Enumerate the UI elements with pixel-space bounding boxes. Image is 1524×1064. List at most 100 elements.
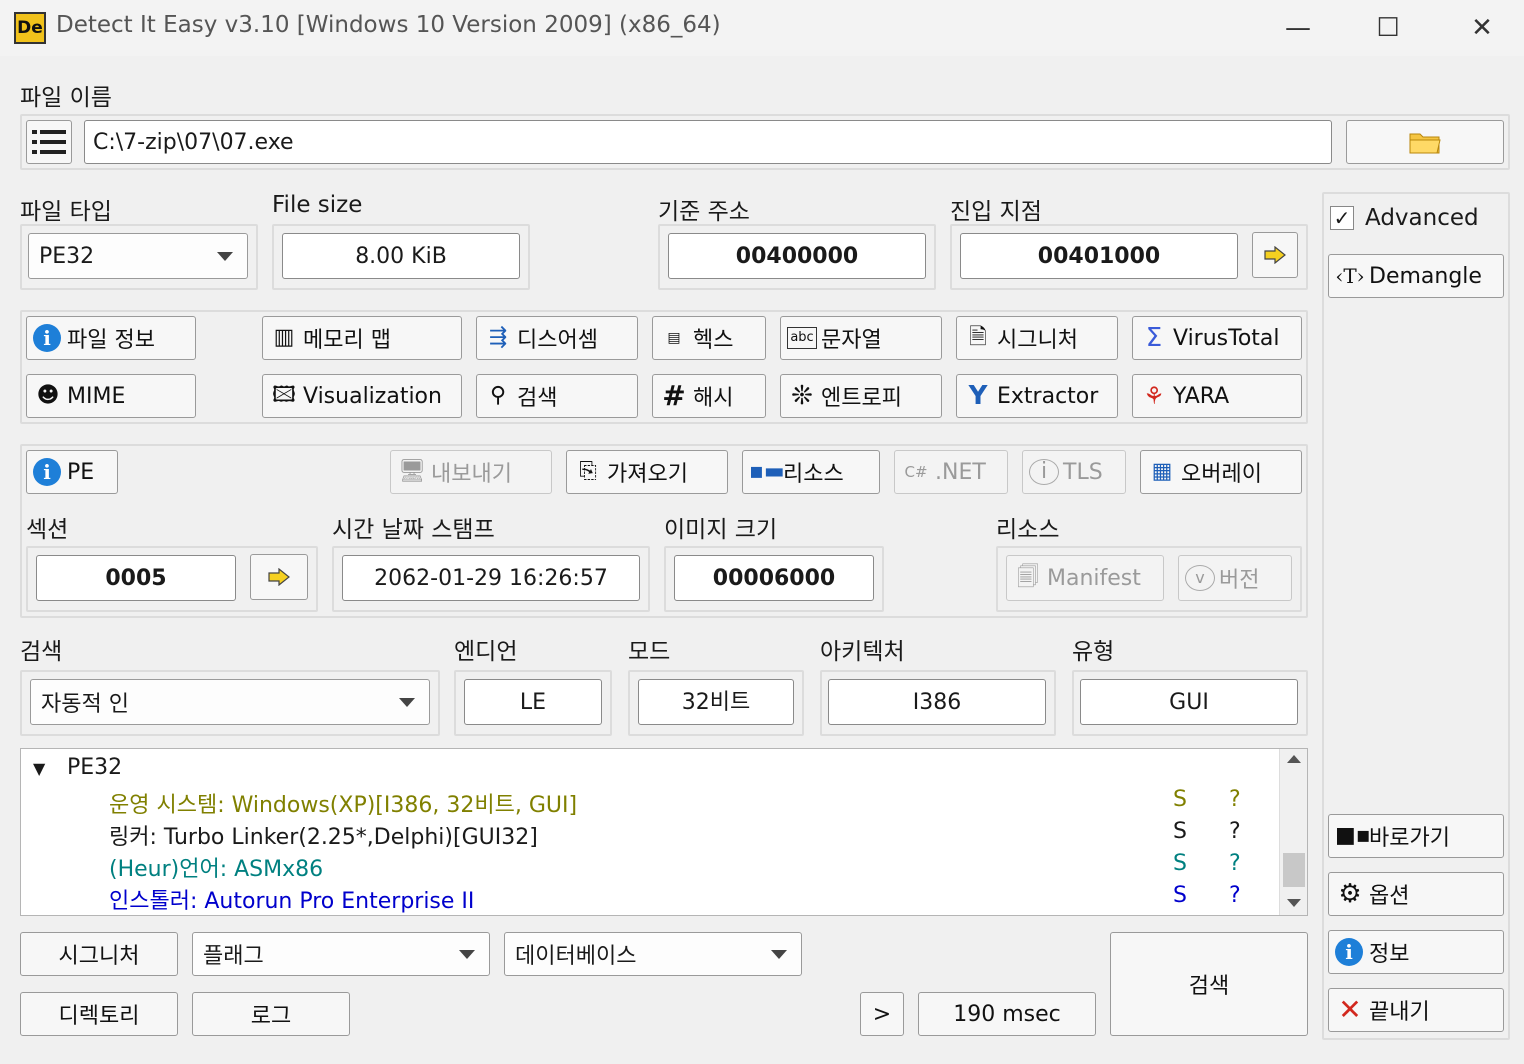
net-button[interactable]: C# .NET	[894, 450, 1008, 494]
more-button[interactable]: >	[860, 992, 904, 1036]
advanced-label: Advanced	[1365, 205, 1479, 231]
advanced-checkbox[interactable]: ✓	[1330, 206, 1354, 230]
base-address-field: 00400000	[668, 233, 926, 279]
tree-row-os-s[interactable]: S	[1173, 787, 1187, 812]
hash-icon: #	[662, 379, 686, 412]
tree-row-installer-s[interactable]: S	[1173, 883, 1187, 908]
tree-row-installer-q[interactable]: ?	[1229, 883, 1241, 908]
exit-x-icon: ✕	[1338, 993, 1362, 1026]
yara-button[interactable]: ⚘ YARA	[1132, 374, 1302, 418]
tree-row-language[interactable]: (Heur)언어: ASMx86	[109, 851, 323, 883]
timestamp-field: 2062-01-29 16:26:57	[342, 555, 640, 601]
file-size-label: File size	[272, 192, 363, 218]
sections-goto-button[interactable]	[250, 554, 308, 600]
log-button[interactable]: 로그	[192, 992, 350, 1036]
vertical-scrollbar[interactable]	[1279, 749, 1307, 915]
entropy-icon: ❊	[791, 381, 813, 411]
tls-button[interactable]: i TLS	[1022, 450, 1126, 494]
overlay-button[interactable]: ▦ 오버레이	[1140, 450, 1302, 494]
arrow-right-icon	[1264, 246, 1286, 264]
sections-label: 섹션	[26, 517, 69, 543]
manifest-icon: 🗐	[1017, 565, 1039, 590]
list-icon	[32, 130, 66, 154]
tree-row-linker-q[interactable]: ?	[1229, 819, 1241, 844]
csharp-icon: C#	[904, 463, 928, 481]
options-button[interactable]: ⚙ 옵션	[1328, 872, 1504, 916]
expand-arrow-icon[interactable]: ▼	[33, 759, 45, 778]
tree-row-installer[interactable]: 인스톨러: Autorun Pro Enterprise II	[109, 883, 474, 915]
spy-hat-icon: ☻	[36, 383, 60, 408]
search-mode-label: 검색	[20, 639, 63, 665]
open-file-button[interactable]	[1346, 120, 1504, 164]
resources-icon: ▪▬	[749, 459, 785, 484]
import-button[interactable]: ⎘ 가져오기	[566, 450, 728, 494]
directory-button[interactable]: 디렉토리	[20, 992, 178, 1036]
scroll-up-icon[interactable]	[1287, 755, 1301, 763]
scan-button[interactable]: 검색	[1110, 932, 1308, 1036]
goto-entry-button[interactable]	[1252, 232, 1298, 278]
signatures-bottom-button[interactable]: 시그니처	[20, 932, 178, 976]
search-tool-button[interactable]: ⚲ 검색	[476, 374, 638, 418]
hex-button[interactable]: ▤ 헥스	[652, 316, 766, 360]
image-icon: 🖾	[272, 383, 296, 408]
maximize-button[interactable]: ☐	[1358, 8, 1418, 48]
scroll-down-icon[interactable]	[1287, 899, 1301, 907]
disasm-button[interactable]: ⇶ 디스어셈	[476, 316, 638, 360]
export-button[interactable]: 🖥 내보내기	[390, 450, 552, 494]
mode-label: 모드	[628, 639, 671, 665]
tree-row-language-q[interactable]: ?	[1229, 851, 1241, 876]
database-select[interactable]: 데이터베이스	[504, 932, 802, 976]
tree-row-os[interactable]: 운영 시스템: Windows(XP)[I386, 32비트, GUI]	[109, 787, 577, 819]
file-size-field: 8.00 KiB	[282, 233, 520, 279]
extractor-button[interactable]: Y Extractor	[956, 374, 1118, 418]
exit-button[interactable]: ✕ 끝내기	[1328, 988, 1504, 1032]
tree-row-linker[interactable]: 링커: Turbo Linker(2.25*,Delphi)[GUI32]	[109, 819, 538, 851]
flags-select[interactable]: 플래그	[192, 932, 490, 976]
manifest-button[interactable]: 🗐 Manifest	[1006, 555, 1164, 601]
file-name-label: 파일 이름	[20, 85, 112, 111]
pe-button[interactable]: i PE	[26, 450, 118, 494]
scrollbar-thumb[interactable]	[1283, 853, 1305, 887]
export-icon: 🖥	[398, 459, 426, 484]
strings-abc-icon: abc	[787, 327, 817, 349]
file-info-button[interactable]: i 파일 정보	[26, 316, 196, 360]
entry-point-label: 진입 지점	[950, 199, 1042, 225]
file-path-field[interactable]: C:\7-zip\07\07.exe	[84, 120, 1332, 164]
file-list-button[interactable]	[26, 120, 72, 164]
endian-label: 엔디언	[454, 639, 518, 665]
tree-row-os-q[interactable]: ?	[1229, 787, 1241, 812]
extractor-icon: Y	[968, 381, 988, 411]
minimize-button[interactable]: —	[1268, 8, 1328, 48]
about-button[interactable]: i 정보	[1328, 930, 1504, 974]
signatures-button[interactable]: 🗎 시그니처	[956, 316, 1118, 360]
import-icon: ⎘	[579, 459, 597, 484]
entropy-button[interactable]: ❊ 엔트로피	[780, 374, 942, 418]
type-field: GUI	[1080, 679, 1298, 725]
timestamp-label: 시간 날짜 스탬프	[332, 517, 495, 543]
strings-button[interactable]: abc 문자열	[780, 316, 942, 360]
image-size-label: 이미지 크기	[664, 517, 778, 543]
mime-button[interactable]: ☻ MIME	[26, 374, 196, 418]
chevron-down-icon	[217, 252, 233, 261]
shortcuts-button[interactable]: ■▪ 바로가기	[1328, 814, 1504, 858]
demangle-button[interactable]: ‹T› Demangle	[1328, 254, 1504, 298]
entry-point-field: 00401000	[960, 233, 1238, 279]
search-mode-select[interactable]: 자동적 인	[30, 679, 430, 725]
hash-button[interactable]: # 해시	[652, 374, 766, 418]
resources-button[interactable]: ▪▬ 리소스	[742, 450, 880, 494]
hex-icon: ▤	[667, 330, 681, 346]
search-icon: ⚲	[489, 383, 507, 408]
file-type-select[interactable]: PE32	[28, 233, 248, 279]
scan-time-display: 190 msec	[918, 992, 1096, 1036]
virustotal-button[interactable]: Σ VirusTotal	[1132, 316, 1302, 360]
memory-map-button[interactable]: ▥ 메모리 맵	[262, 316, 462, 360]
version-button[interactable]: v 버전	[1178, 555, 1292, 601]
close-button[interactable]: ✕	[1452, 8, 1512, 48]
visualization-button[interactable]: 🖾 Visualization	[262, 374, 462, 418]
tree-root[interactable]: PE32	[67, 755, 122, 780]
tree-row-language-s[interactable]: S	[1173, 851, 1187, 876]
result-tree[interactable]: ▼ PE32 운영 시스템: Windows(XP)[I386, 32비트, G…	[20, 748, 1308, 916]
tree-row-linker-s[interactable]: S	[1173, 819, 1187, 844]
demangle-icon: ‹T›	[1335, 264, 1365, 288]
mode-field: 32비트	[638, 679, 794, 725]
